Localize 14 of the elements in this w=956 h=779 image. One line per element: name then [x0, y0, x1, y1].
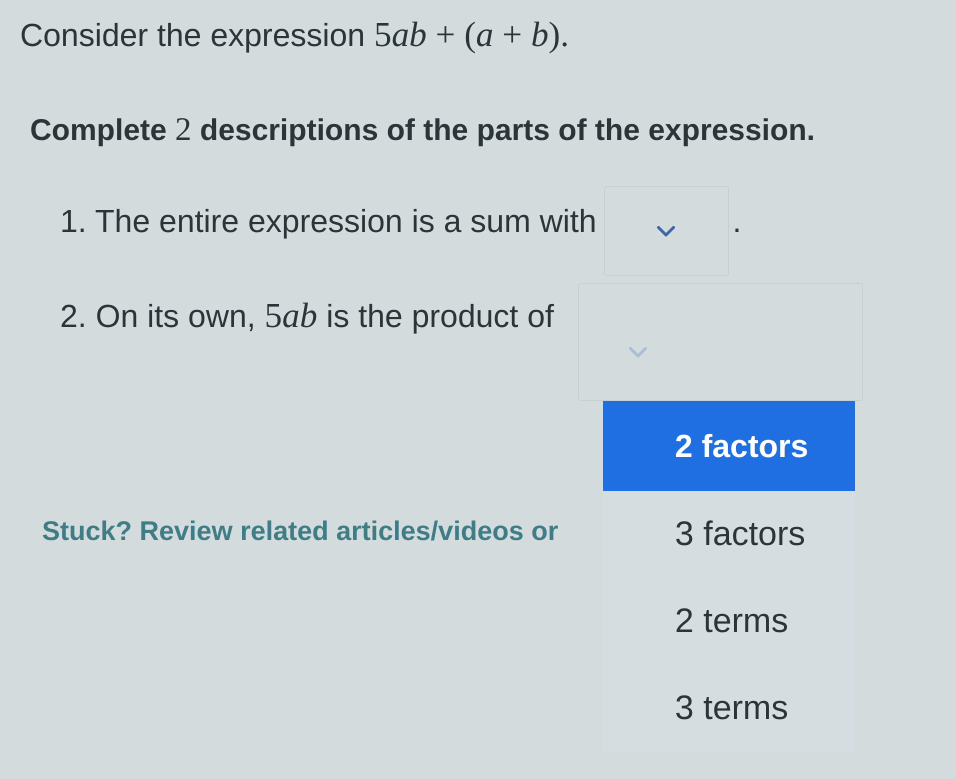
dropdown-option[interactable]: 3 terms [602, 665, 855, 752]
question-text: 1. The entire expression is a sum with [60, 202, 597, 241]
dropdown-option[interactable]: 2 factors [602, 401, 855, 491]
sentence-period: . [732, 202, 742, 241]
answer-dropdown[interactable] [578, 283, 863, 401]
answer-dropdown[interactable] [604, 186, 729, 276]
instruction-text: Complete 2 descriptions of the parts of the expression. [30, 111, 815, 150]
caret-icon [628, 347, 647, 358]
question-text: 2. On its own, 5ab is the product of [60, 296, 554, 336]
caret-icon [657, 226, 676, 236]
dropdown-option[interactable]: 3 factors [602, 491, 855, 578]
question-prompt: Consider the expression 5ab + (a + b). [20, 15, 570, 55]
help-prompt: Stuck? Review related articles/videos or [42, 515, 558, 548]
dropdown-option[interactable]: 2 terms [602, 578, 855, 665]
